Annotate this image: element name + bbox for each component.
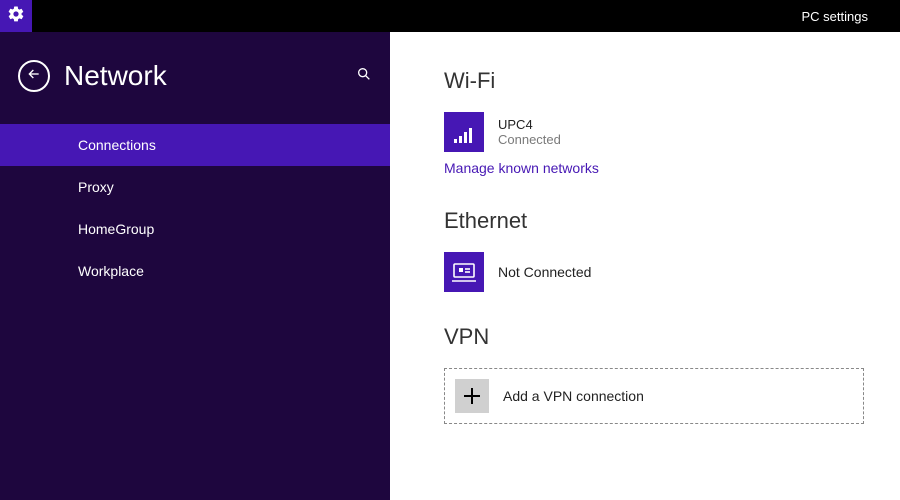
container: Network Connections Proxy HomeGroup Work… bbox=[0, 32, 900, 500]
wifi-text: UPC4 Connected bbox=[498, 117, 561, 147]
gear-icon bbox=[7, 5, 25, 28]
sidebar-item-workplace[interactable]: Workplace bbox=[0, 250, 390, 292]
ethernet-item[interactable]: Not Connected bbox=[444, 252, 900, 292]
nav-list: Connections Proxy HomeGroup Workplace bbox=[0, 124, 390, 292]
search-icon bbox=[356, 69, 372, 86]
wifi-network-name: UPC4 bbox=[498, 117, 561, 132]
topbar-title: PC settings bbox=[802, 9, 868, 24]
main-panel: Wi-Fi UPC4 Connected Manage known networ… bbox=[390, 32, 900, 500]
sidebar-header: Network bbox=[0, 60, 390, 92]
sidebar-item-connections[interactable]: Connections bbox=[0, 124, 390, 166]
plus-icon bbox=[455, 379, 489, 413]
ethernet-icon bbox=[444, 252, 484, 292]
search-button[interactable] bbox=[356, 66, 372, 87]
wifi-status: Connected bbox=[498, 132, 561, 147]
sidebar-item-homegroup[interactable]: HomeGroup bbox=[0, 208, 390, 250]
wifi-signal-icon bbox=[444, 112, 484, 152]
ethernet-heading: Ethernet bbox=[444, 208, 900, 234]
vpn-heading: VPN bbox=[444, 324, 900, 350]
back-arrow-icon bbox=[26, 66, 42, 87]
add-vpn-button[interactable]: Add a VPN connection bbox=[444, 368, 864, 424]
wifi-network-item[interactable]: UPC4 Connected bbox=[444, 112, 900, 152]
manage-networks-link[interactable]: Manage known networks bbox=[444, 160, 599, 176]
topbar: PC settings bbox=[0, 0, 900, 32]
settings-gear-button[interactable] bbox=[0, 0, 32, 32]
sidebar-item-proxy[interactable]: Proxy bbox=[0, 166, 390, 208]
page-title: Network bbox=[64, 60, 356, 92]
ethernet-status: Not Connected bbox=[498, 264, 591, 280]
wifi-heading: Wi-Fi bbox=[444, 68, 900, 94]
sidebar: Network Connections Proxy HomeGroup Work… bbox=[0, 32, 390, 500]
back-button[interactable] bbox=[18, 60, 50, 92]
add-vpn-label: Add a VPN connection bbox=[503, 388, 644, 404]
